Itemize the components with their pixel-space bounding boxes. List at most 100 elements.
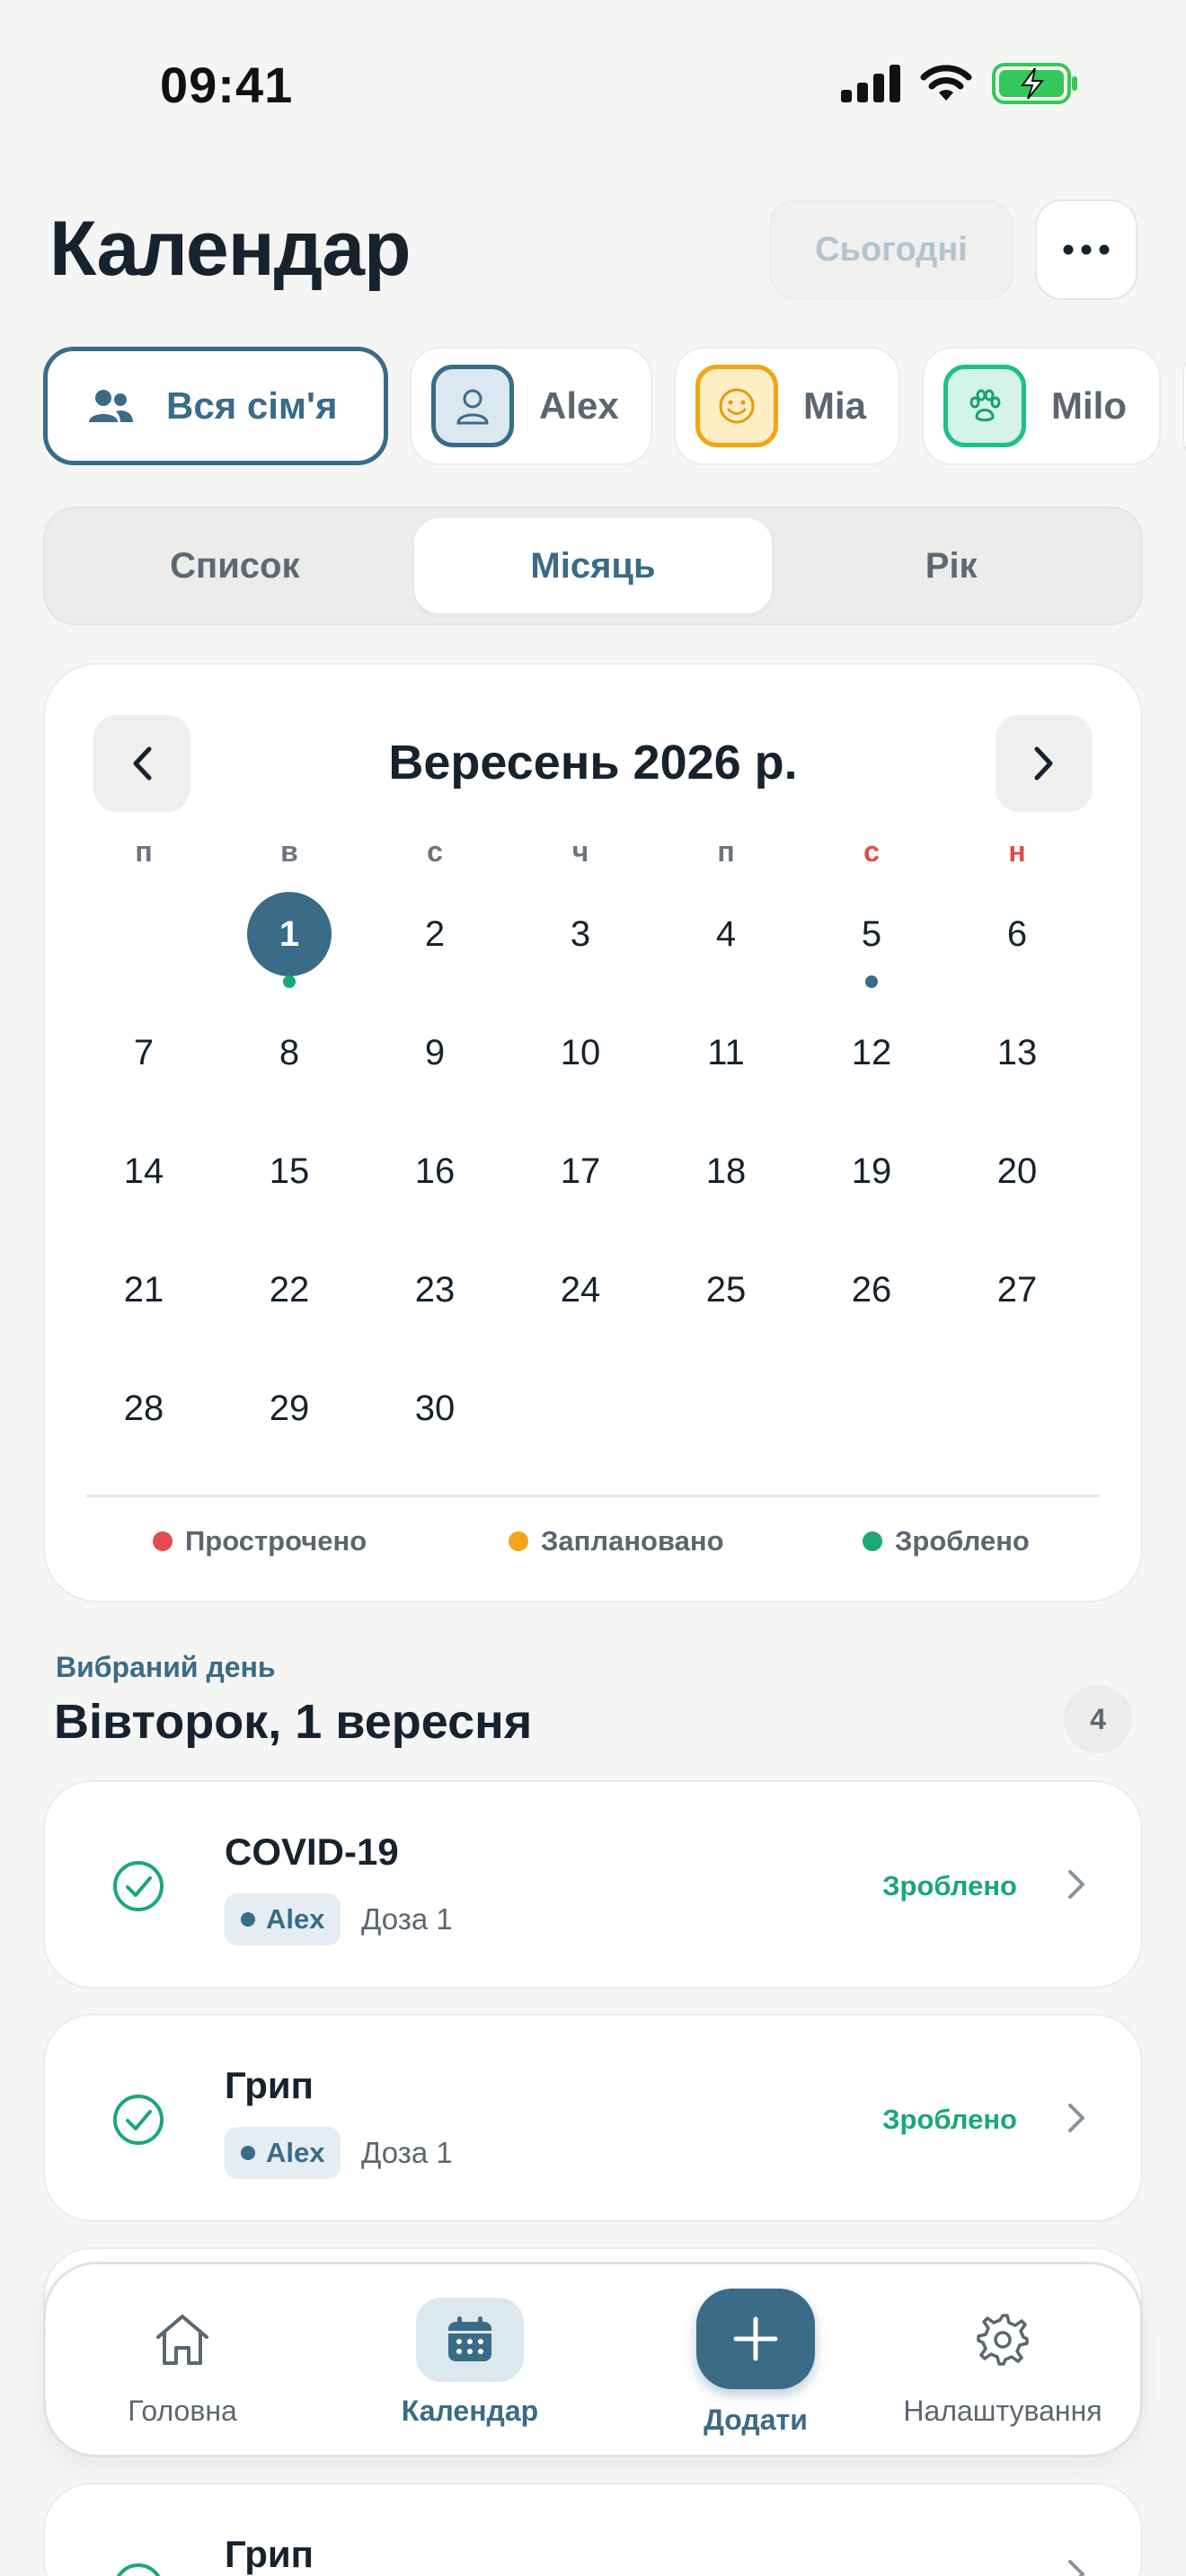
calendar-day[interactable]: 20: [972, 1126, 1062, 1216]
dose-label: Доза 1: [361, 1902, 453, 1936]
tab-calendar[interactable]: Календар: [371, 2264, 569, 2460]
selected-day-title: Вівторок, 1 вересня: [54, 1695, 533, 1749]
legend-item: Прострочено: [153, 1525, 367, 1557]
tab-label: Календар: [401, 2394, 539, 2427]
calendar-day[interactable]: 24: [535, 1245, 625, 1335]
calendar-day[interactable]: 22: [244, 1245, 334, 1335]
calendar-day-number: 18: [705, 1151, 747, 1191]
member-chip-more[interactable]: [1182, 347, 1186, 465]
calendar-day-number: 2: [424, 913, 446, 954]
calendar-day[interactable]: 17: [535, 1126, 625, 1216]
check-circle-icon: [116, 2563, 161, 2576]
calendar-day[interactable]: 23: [390, 1245, 480, 1335]
chevron-right-icon: [1068, 1870, 1084, 1899]
tab-icon: [949, 2298, 1057, 2382]
calendar-day[interactable]: 16: [390, 1126, 480, 1216]
member-chip-family[interactable]: Вся сім'я: [43, 347, 388, 465]
calendar-day[interactable]: 15: [244, 1126, 334, 1216]
event-marker-dot: [283, 975, 296, 988]
next-month-button[interactable]: [996, 715, 1093, 812]
weekday-label: с: [427, 835, 443, 868]
chevron-right-icon: [1034, 746, 1053, 781]
calendar-day-number: 21: [123, 1269, 164, 1310]
calendar-day-number: 29: [269, 1388, 310, 1428]
calendar-day[interactable]: 26: [827, 1245, 916, 1335]
person-tag-label: Alex: [266, 2137, 325, 2168]
chevron-right-icon: [1068, 2104, 1084, 2132]
tab-settings[interactable]: Налаштування: [890, 2264, 1115, 2460]
calendar-day[interactable]: 28: [99, 1363, 189, 1453]
chevron-right-icon: [1068, 2560, 1084, 2576]
calendar-day-number: 27: [996, 1269, 1038, 1310]
calendar-day[interactable]: 27: [972, 1245, 1062, 1335]
tab-month[interactable]: Місяць: [413, 518, 773, 613]
calendar-day[interactable]: 19: [827, 1126, 916, 1216]
calendar-day[interactable]: 29: [244, 1363, 334, 1453]
calendar-day-number: 4: [715, 913, 737, 954]
calendar-day[interactable]: 9: [390, 1008, 480, 1098]
legend-label: Заплановано: [541, 1525, 724, 1557]
calendar-day[interactable]: 18: [681, 1126, 771, 1216]
calendar-day[interactable]: 6: [972, 889, 1062, 979]
weekday-label: п: [135, 835, 153, 868]
tab-home[interactable]: Головна: [93, 2264, 272, 2460]
tab-year[interactable]: Рік: [772, 518, 1130, 613]
calendar-day-number: 16: [414, 1151, 456, 1191]
plus-icon: [733, 2316, 778, 2360]
family-icon: [89, 390, 133, 422]
calendar-day-number: 25: [705, 1269, 747, 1310]
calendar-day-number: 12: [851, 1032, 892, 1072]
calendar-day-number: 5: [861, 913, 882, 954]
tab-list[interactable]: Список: [56, 518, 414, 613]
calendar-day[interactable]: 12: [827, 1008, 916, 1098]
view-switcher: Список Місяць Рік: [43, 507, 1143, 625]
legend-label: Прострочено: [185, 1525, 367, 1557]
calendar-day[interactable]: 3: [535, 889, 625, 979]
calendar-day[interactable]: 21: [99, 1245, 189, 1335]
check-circle-icon: [113, 2095, 164, 2145]
calendar-day-number: 14: [123, 1151, 164, 1191]
event-card[interactable]: Грип: [43, 2483, 1143, 2576]
calendar-day-number: 11: [707, 1032, 745, 1072]
member-chip-mia[interactable]: Mia: [674, 347, 900, 465]
calendar-day[interactable]: 25: [681, 1245, 771, 1335]
event-title: Грип: [225, 2533, 314, 2575]
today-button[interactable]: Сьогодні: [769, 199, 1013, 300]
cellular-signal-icon: [841, 65, 900, 102]
more-button[interactable]: [1035, 199, 1137, 300]
calendar-day[interactable]: 4: [681, 889, 771, 979]
calendar-day-number: 9: [424, 1032, 446, 1072]
calendar-day[interactable]: 14: [99, 1126, 189, 1216]
calendar-day-number: 8: [279, 1032, 300, 1072]
divider: [86, 1495, 1100, 1497]
calendar-day-number: 23: [414, 1269, 456, 1310]
wifi-icon: [920, 65, 972, 101]
calendar-day[interactable]: 2: [390, 889, 480, 979]
calendar-day[interactable]: 11: [681, 1008, 771, 1098]
member-chip-milo[interactable]: Milo: [922, 347, 1161, 465]
person-tag-label: Alex: [266, 1903, 325, 1935]
calendar-day-number: 19: [851, 1151, 892, 1191]
calendar-day[interactable]: 1: [244, 889, 334, 979]
calendar-day[interactable]: 30: [390, 1363, 480, 1453]
add-button[interactable]: Додати: [666, 2264, 845, 2460]
calendar-day-number: 28: [123, 1388, 164, 1428]
calendar-day[interactable]: 7: [99, 1008, 189, 1098]
legend-dot: [153, 1531, 173, 1551]
paw-icon: [969, 389, 1001, 422]
battery-charging-icon: [992, 63, 1077, 104]
calendar-day[interactable]: 10: [535, 1008, 625, 1098]
gear-icon: [977, 2313, 1029, 2366]
calendar-day[interactable]: 13: [972, 1008, 1062, 1098]
status-bar: 09:41: [0, 0, 1186, 171]
calendar-day[interactable]: 5: [827, 889, 916, 979]
event-card[interactable]: Грип Alex Доза 1 Зроблено: [43, 2014, 1143, 2222]
weekday-label: н: [1008, 835, 1026, 868]
calendar-day[interactable]: 8: [244, 1008, 334, 1098]
calendar-day-number: 26: [851, 1269, 892, 1310]
event-card[interactable]: COVID-19 Alex Доза 1 Зроблено: [43, 1780, 1143, 1989]
member-chip-alex[interactable]: Alex: [410, 347, 652, 465]
calendar-day-number: 17: [560, 1151, 601, 1191]
member-chip-label: Вся сім'я: [166, 384, 338, 427]
calendar-day-number: 10: [560, 1032, 601, 1072]
